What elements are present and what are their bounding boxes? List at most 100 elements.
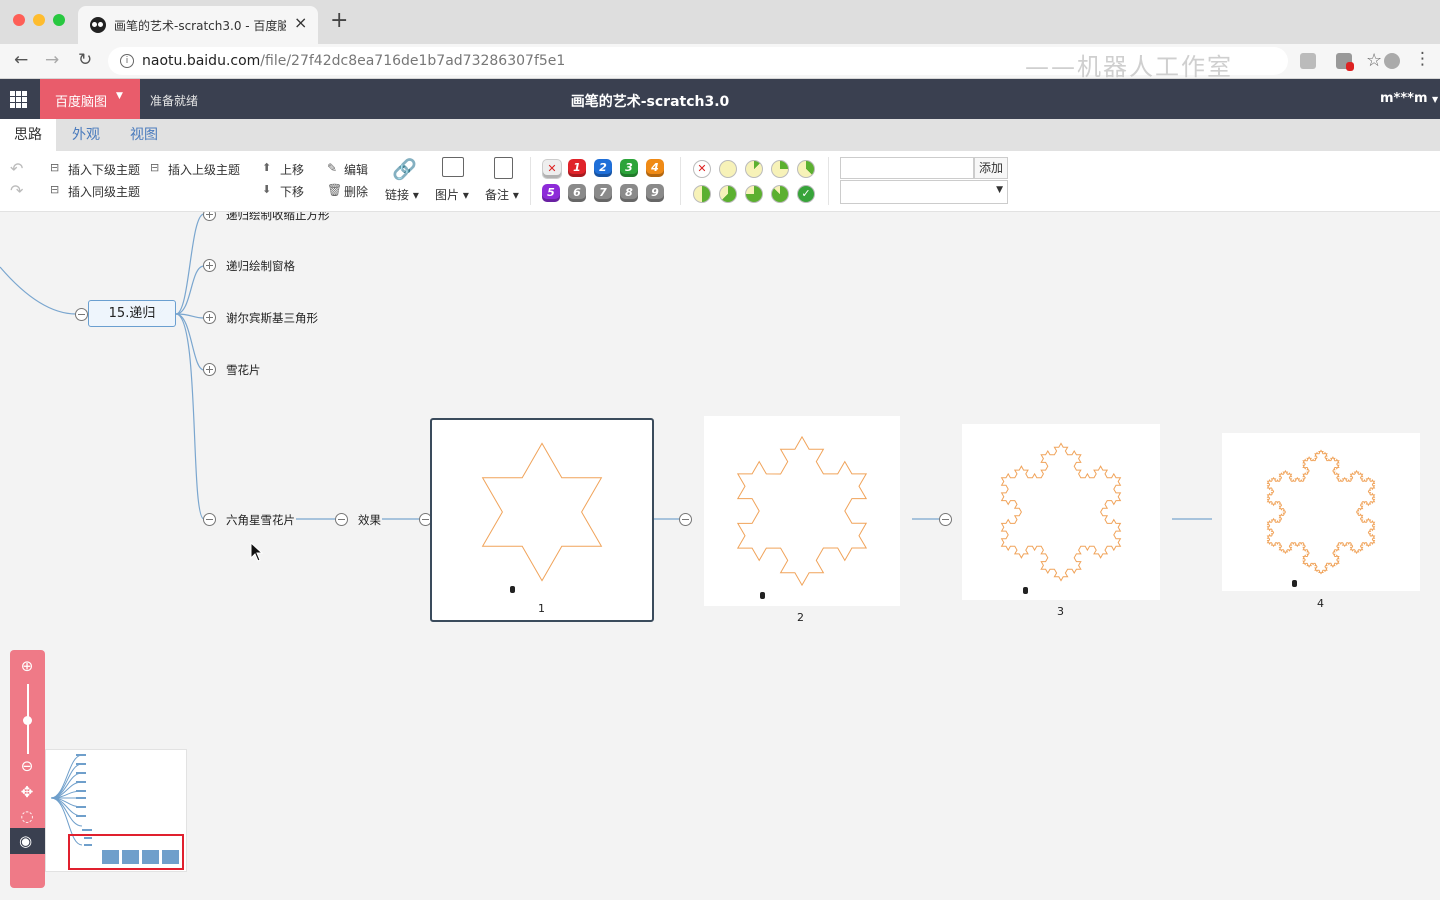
bookmark-star-icon[interactable]: ☆ <box>1366 50 1382 71</box>
node-sierpinski[interactable]: 谢尔宾斯基三角形 <box>226 310 318 326</box>
zoom-slider-handle[interactable] <box>23 716 32 725</box>
expand-toggle[interactable] <box>203 363 216 376</box>
node-recursive-squares[interactable]: 递归绘制收缩正方形 <box>226 212 330 223</box>
back-arrow-icon[interactable]: ← <box>14 50 28 70</box>
snowflake-image-2 <box>736 435 868 587</box>
priority-3-icon[interactable]: 3 <box>620 159 638 177</box>
image-caption-4: 4 <box>1317 597 1324 610</box>
image-node-1[interactable]: 1 <box>430 418 654 622</box>
move-hand-icon[interactable]: ✥ <box>19 784 35 800</box>
insert-sibling-button[interactable]: 插入同级主题 <box>68 183 140 200</box>
profile-icon[interactable] <box>1384 53 1400 69</box>
tab-thinking[interactable]: 思路 <box>0 119 56 151</box>
progress-6-icon[interactable] <box>745 185 763 203</box>
locate-root-icon[interactable]: ◌ <box>19 808 35 824</box>
node-hexagram-snowflake[interactable]: 六角星雪花片 <box>226 512 295 528</box>
maximize-window-button[interactable] <box>53 14 65 26</box>
snowflake-outline <box>736 435 868 587</box>
progress-4-icon[interactable] <box>693 185 711 203</box>
note-button[interactable]: 备注 ▾ <box>485 186 519 203</box>
priority-4-icon[interactable]: 4 <box>646 159 664 177</box>
extension-cloud-icon[interactable] <box>1300 53 1316 69</box>
minimap-toggle-button[interactable]: ◉ <box>10 828 45 854</box>
arrow-up-icon: ⬆ <box>262 161 272 174</box>
delete-button[interactable]: 删除 <box>344 183 368 200</box>
collapse-toggle[interactable] <box>679 513 692 526</box>
priority-9-icon[interactable]: 9 <box>646 184 664 202</box>
resource-input[interactable] <box>840 157 974 179</box>
minimap[interactable] <box>45 749 187 872</box>
extension-badge-icon <box>1346 62 1354 71</box>
node-snowflake[interactable]: 雪花片 <box>226 362 261 378</box>
url-text: naotu.baidu.com/file/27f42dc8ea716de1b7a… <box>142 53 565 69</box>
resource-add-button[interactable]: 添加 <box>974 157 1008 179</box>
close-window-button[interactable] <box>13 14 25 26</box>
edit-button[interactable]: 编辑 <box>344 161 368 178</box>
image-node-3[interactable] <box>962 424 1160 600</box>
priority-8-icon[interactable]: 8 <box>620 184 638 202</box>
minimap-viewport[interactable] <box>68 834 184 870</box>
user-menu[interactable]: m***m ▼ <box>1380 91 1438 106</box>
node-recursive-grid[interactable]: 递归绘制窗格 <box>226 258 295 274</box>
priority-6-icon[interactable]: 6 <box>568 184 586 202</box>
new-tab-button[interactable]: + <box>330 10 348 32</box>
central-node[interactable]: 15.递归 <box>88 300 176 327</box>
tab-close-icon[interactable]: × <box>294 13 307 32</box>
progress-clear-icon[interactable]: ✕ <box>693 160 711 178</box>
priority-clear-icon[interactable]: ✕ <box>542 159 562 179</box>
priority-1-icon[interactable]: 1 <box>568 159 586 177</box>
progress-7-icon[interactable] <box>771 185 789 203</box>
collapse-toggle[interactable] <box>335 513 348 526</box>
forward-arrow-icon[interactable]: → <box>45 50 59 70</box>
progress-0-icon[interactable] <box>719 160 737 178</box>
move-up-button[interactable]: 上移 <box>280 161 304 178</box>
pen-sprite-icon <box>510 586 515 593</box>
priority-2-icon[interactable]: 2 <box>594 159 612 177</box>
divider <box>530 157 531 205</box>
progress-3-icon[interactable] <box>797 160 815 178</box>
mindmap-canvas[interactable]: 递归绘制收缩正方形 递归绘制窗格 谢尔宾斯基三角形 雪花片 15.递归 六角星雪… <box>0 212 1440 900</box>
collapse-toggle[interactable] <box>939 513 952 526</box>
tab-appearance[interactable]: 外观 <box>58 119 114 151</box>
tab-view[interactable]: 视图 <box>116 119 172 151</box>
collapse-toggle[interactable] <box>203 513 216 526</box>
resource-select[interactable]: ▼ <box>840 180 1008 204</box>
progress-5-icon[interactable] <box>719 185 737 203</box>
image-node-4[interactable] <box>1222 433 1420 591</box>
browser-tab[interactable]: 画笔的艺术-scratch3.0 - 百度脑图 × <box>78 6 318 44</box>
redo-icon[interactable]: ↷ <box>10 181 23 200</box>
snowflake-outline <box>481 442 603 582</box>
zoom-in-icon[interactable]: ⊕ <box>19 658 35 674</box>
move-down-button[interactable]: 下移 <box>280 183 304 200</box>
expand-toggle[interactable] <box>203 311 216 324</box>
progress-1-icon[interactable] <box>745 160 763 178</box>
link-label: 链接 <box>385 188 410 202</box>
progress-done-icon[interactable]: ✓ <box>797 185 815 203</box>
node-effect[interactable]: 效果 <box>358 512 381 528</box>
watermark-text: ——机器人工作室 <box>1025 53 1233 81</box>
image-label: 图片 <box>435 188 460 202</box>
collapse-toggle[interactable] <box>75 308 88 321</box>
progress-2-icon[interactable] <box>771 160 789 178</box>
reload-icon[interactable]: ↻ <box>78 50 92 70</box>
priority-7-icon[interactable]: 7 <box>594 184 612 202</box>
image-button[interactable]: 图片 ▾ <box>435 186 469 203</box>
document-title[interactable]: 画笔的艺术-scratch3.0 <box>0 91 1300 111</box>
zoom-out-icon[interactable]: ⊖ <box>19 758 35 774</box>
insert-parent-button[interactable]: 插入上级主题 <box>168 161 240 178</box>
image-node-2[interactable] <box>704 416 900 606</box>
pen-sprite-icon <box>1292 580 1297 587</box>
link-button[interactable]: 链接 ▾ <box>385 186 419 203</box>
priority-5-icon[interactable]: 5 <box>542 184 560 202</box>
trash-icon: 🗑 <box>327 183 343 197</box>
minimize-window-button[interactable] <box>33 14 45 26</box>
image-icon <box>442 157 464 177</box>
site-info-icon[interactable]: i <box>120 54 134 68</box>
browser-menu-icon[interactable]: ⋮ <box>1414 49 1431 69</box>
insert-child-icon: ⊟ <box>50 161 60 174</box>
undo-icon[interactable]: ↶ <box>10 159 23 178</box>
insert-parent-icon: ⊟ <box>150 161 160 174</box>
user-name: m***m <box>1380 91 1428 106</box>
insert-child-button[interactable]: 插入下级主题 <box>68 161 140 178</box>
expand-toggle[interactable] <box>203 259 216 272</box>
